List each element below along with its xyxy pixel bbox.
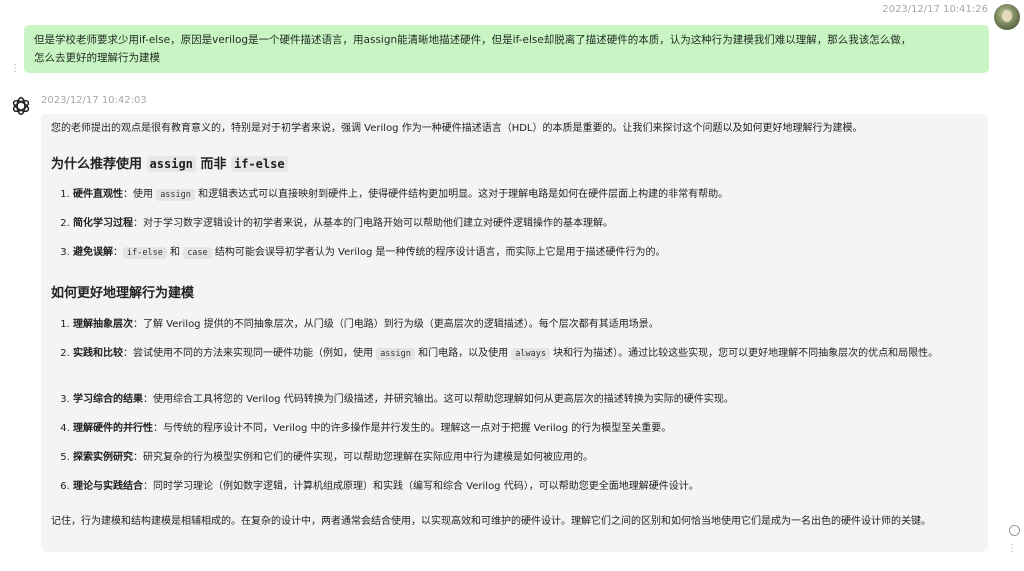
assistant-timestamp: 2023/12/17 10:42:03	[41, 95, 147, 106]
heading-why-assign: 为什么推荐使用 assign 而非 if-else	[51, 154, 288, 175]
list-item: 理解硬件的并行性：与传统的程序设计不同，Verilog 中的许多操作是并行发生的…	[73, 420, 1003, 449]
openai-logo-icon	[12, 97, 30, 115]
list-item: 实践和比较：尝试使用不同的方法来实现同一硬件功能（例如，使用 assign 和门…	[73, 345, 1003, 391]
heading1-mid: 而非	[200, 157, 227, 172]
item-text: 和门电路，以及使用	[414, 348, 512, 359]
user-message-line-2: 怎么去更好的理解行为建模	[34, 52, 160, 64]
inline-code: if-else	[123, 247, 167, 259]
list-item: 简化学习过程：对于学习数字逻辑设计的初学者来说，从基本的门电路开始可以帮助他们建…	[73, 215, 998, 244]
more-vertical-icon[interactable]: ⋮	[1007, 543, 1017, 554]
list-item: 理解抽象层次：了解 Verilog 提供的不同抽象层次，从门级（门电路）到行为级…	[73, 316, 1003, 345]
item-text: 和	[166, 247, 184, 258]
inline-code: assign	[376, 348, 415, 360]
item-text: ：尝试使用不同的方法来实现同一硬件功能（例如，使用	[123, 348, 377, 359]
item-title: 学习综合的结果	[73, 394, 143, 405]
heading-behavior-modeling: 如何更好地理解行为建模	[51, 286, 195, 301]
heading1-prefix: 为什么推荐使用	[51, 157, 143, 172]
item-title: 探索实例研究	[73, 452, 133, 463]
item-text: 结构可能会误导初学者认为 Verilog 是一种传统的程序设计语言，而实际上它是…	[211, 247, 666, 258]
tips-list: 理解抽象层次：了解 Verilog 提供的不同抽象层次，从门级（门电路）到行为级…	[51, 316, 1003, 507]
item-text: ：与传统的程序设计不同，Verilog 中的许多操作是并行发生的。理解这一点对于…	[153, 423, 672, 434]
more-vertical-icon[interactable]: ⋮	[10, 63, 20, 74]
user-message: 但是学校老师要求少用if-else，原因是verilog是一个硬件描述语言，用a…	[24, 25, 989, 73]
item-text: ：使用综合工具将您的 Verilog 代码转换为门级描述，并研究输出。这可以帮助…	[143, 394, 734, 405]
list-item: 理论与实践结合：同时学习理论（例如数字逻辑，计算机组成原理）和实践（编写和综合 …	[73, 478, 1003, 507]
item-text: 块和行为描述）。通过比较这些实现，您可以更好地理解不同抽象层次的优点和局限性。	[549, 348, 939, 359]
reasons-list: 硬件直观性：使用 assign 和逻辑表达式可以直接映射到硬件上，使得硬件结构更…	[51, 186, 998, 273]
item-text: ：使用	[123, 189, 157, 200]
inline-code: always	[511, 348, 550, 360]
heading1-code-assign: assign	[146, 156, 196, 172]
list-item: 探索实例研究：研究复杂的行为模型实例和它们的硬件实现，可以帮助您理解在实际应用中…	[73, 449, 1003, 478]
item-text: ：	[113, 247, 123, 258]
user-avatar[interactable]	[994, 4, 1020, 30]
list-item: 学习综合的结果：使用综合工具将您的 Verilog 代码转换为门级描述，并研究输…	[73, 391, 1003, 420]
assistant-outro: 记住，行为建模和结构建模是相辅相成的。在复杂的设计中，两者通常会结合使用，以实现…	[51, 516, 931, 527]
assistant-intro: 您的老师提出的观点是很有教育意义的，特别是对于初学者来说，强调 Verilog …	[51, 123, 863, 134]
user-timestamp: 2023/12/17 10:41:26	[882, 4, 988, 15]
avatar-face	[1002, 10, 1012, 22]
item-text: ：研究复杂的行为模型实例和它们的硬件实现，可以帮助您理解在实际应用中行为建模是如…	[133, 452, 593, 463]
item-title: 理解硬件的并行性	[73, 423, 153, 434]
item-title: 理论与实践结合	[73, 481, 143, 492]
item-title: 理解抽象层次	[73, 319, 133, 330]
item-title: 实践和比较	[73, 348, 123, 359]
assistant-message: 您的老师提出的观点是很有教育意义的，特别是对于初学者来说，强调 Verilog …	[41, 114, 988, 552]
circle-icon[interactable]	[1009, 525, 1020, 536]
list-item: 避免误解：if-else 和 case 结构可能会误导初学者认为 Verilog…	[73, 244, 998, 273]
chat-page: 2023/12/17 10:41:26 但是学校老师要求少用if-else，原因…	[0, 0, 1024, 571]
item-title: 硬件直观性	[73, 189, 123, 200]
heading1-code-ifelse: if-else	[230, 156, 288, 172]
item-text: ：对于学习数字逻辑设计的初学者来说，从基本的门电路开始可以帮助他们建立对硬件逻辑…	[133, 218, 613, 229]
item-title: 简化学习过程	[73, 218, 133, 229]
inline-code: case	[183, 247, 212, 259]
inline-code: assign	[156, 189, 195, 201]
item-text: ：同时学习理论（例如数字逻辑，计算机组成原理）和实践（编写和综合 Verilog…	[143, 481, 699, 492]
user-message-line-1: 但是学校老师要求少用if-else，原因是verilog是一个硬件描述语言，用a…	[34, 34, 912, 46]
list-item: 硬件直观性：使用 assign 和逻辑表达式可以直接映射到硬件上，使得硬件结构更…	[73, 186, 998, 215]
item-title: 避免误解	[73, 247, 113, 258]
item-text: ：了解 Verilog 提供的不同抽象层次，从门级（门电路）到行为级（更高层次的…	[133, 319, 659, 330]
item-text: 和逻辑表达式可以直接映射到硬件上，使得硬件结构更加明显。这对于理解电路是如何在硬…	[194, 189, 729, 200]
